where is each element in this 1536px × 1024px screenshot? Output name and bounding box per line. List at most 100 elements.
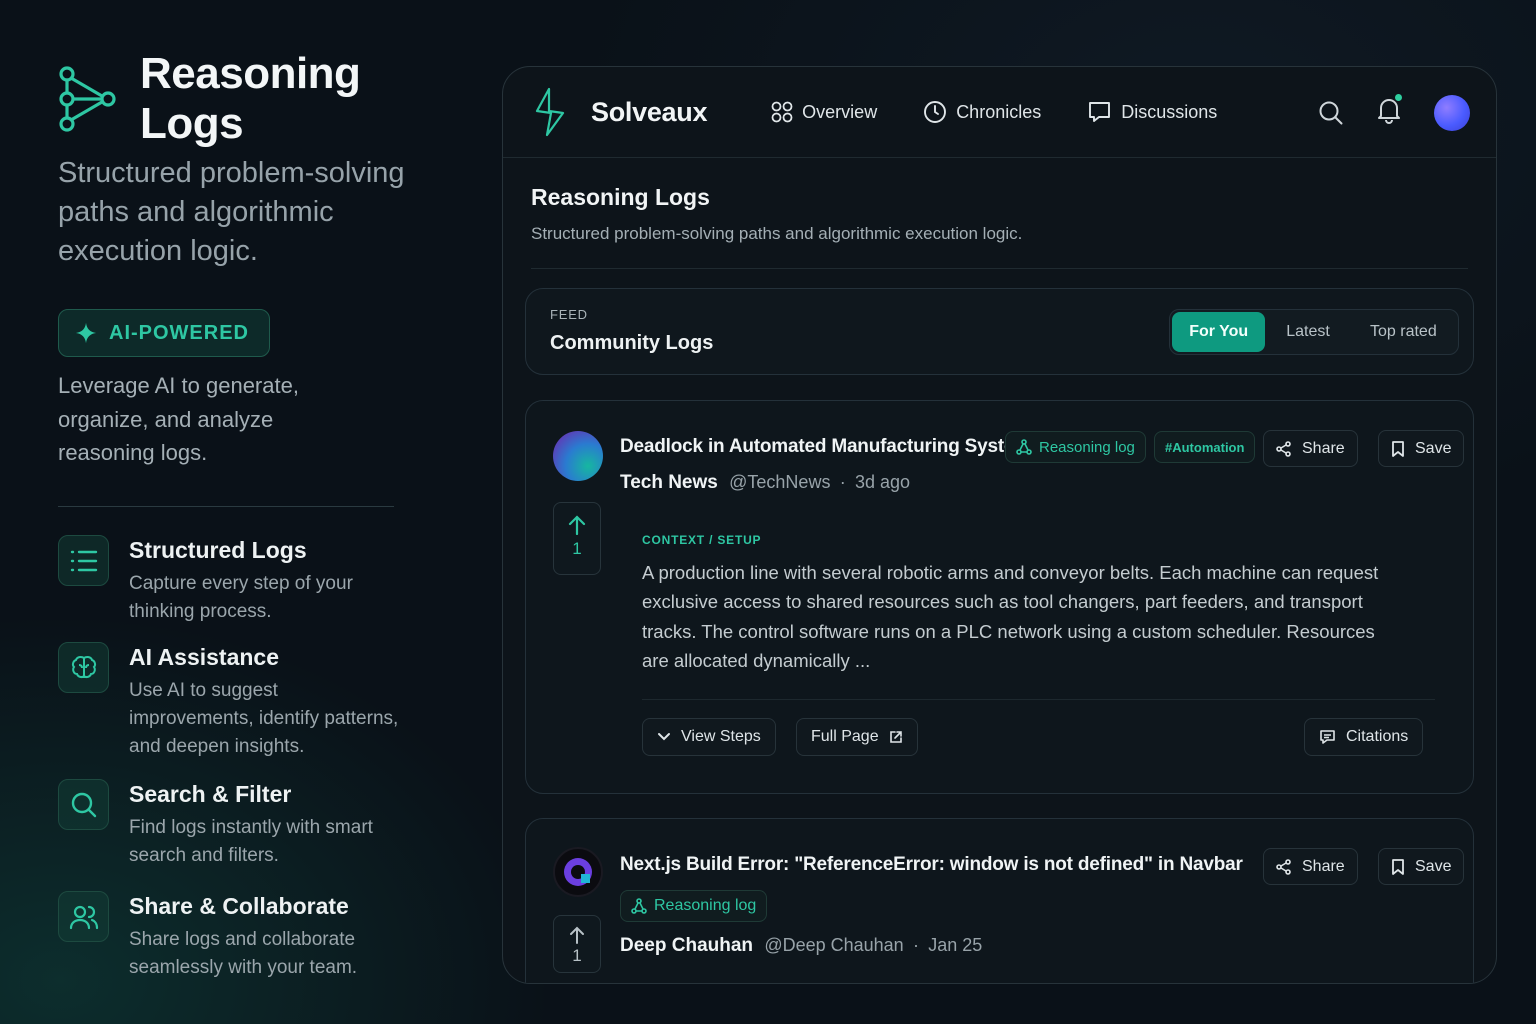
hero-tagline: Structured problem-solving paths and alg… [58,157,405,267]
graph-logo-icon [59,66,116,132]
divider [531,268,1468,269]
feature-desc: Capture every step of your thinking proc… [129,573,353,622]
tree-icon [631,898,647,914]
app-logo-icon [564,858,592,886]
tab-for-you[interactable]: For You [1172,312,1266,352]
save-label: Save [1415,857,1452,875]
user-avatar[interactable] [1434,94,1470,131]
author-avatar[interactable] [553,431,603,481]
chat-icon [1089,102,1111,122]
nav-links: Overview Chronicles Discussions [771,100,1263,124]
feature-title: Share & Collaborate [129,893,349,919]
meta-separator: · [912,935,919,955]
share-icon [1276,440,1291,457]
nav-label: Chronicles [956,101,1042,122]
notification-dot [1395,94,1402,101]
external-link-icon [889,731,902,743]
meta-separator: · [839,472,846,492]
clock-icon [924,101,947,123]
post-meta: Deep Chauhan @Deep Chauhan · Jan 25 [620,935,982,957]
ai-powered-badge: AI-POWERED [58,309,270,357]
feature-desc: Use AI to suggest improvements, identify… [129,680,399,757]
nav-chronicles[interactable]: Chronicles [923,100,1041,124]
nav-overview[interactable]: Overview [771,101,877,123]
view-steps-label: View Steps [681,728,761,745]
nav-label: Discussions [1121,101,1218,122]
context-label: CONTEXT / SETUP [642,533,762,547]
feature-ai-assistance: AI Assistance Use AI to suggest improvem… [58,642,399,761]
share-icon [1276,858,1291,875]
author-avatar[interactable] [553,847,603,897]
post-card: 1 Next.js Build Error: "ReferenceError: … [525,818,1474,983]
post-title[interactable]: Next.js Build Error: "ReferenceError: wi… [620,854,1243,876]
upvote-button[interactable]: 1 [553,502,601,575]
page-title: Reasoning Logs [531,184,710,210]
chevron-down-icon [658,733,670,741]
page-header: Reasoning Logs Structured problem-solvin… [503,158,1496,269]
tag-label: Reasoning log [1039,438,1135,456]
arrow-up-icon [570,926,584,944]
page-subtitle: Structured problem-solving paths and alg… [531,224,1023,243]
post-title[interactable]: Deadlock in Automated Manufacturing Syst… [620,436,1031,458]
feature-structured-logs: Structured Logs Capture every step of yo… [58,535,359,626]
share-button[interactable]: Share [1263,430,1358,467]
search-icon [58,779,109,830]
feed-title: Community Logs [550,332,714,354]
upvote-button[interactable]: 1 [553,915,601,973]
post-card: 1 Deadlock in Automated Manufacturing Sy… [525,400,1474,794]
feature-desc: Share logs and collaborate seamlessly wi… [129,929,358,978]
feed-tabs: For You Latest Top rated [1169,309,1459,355]
badge-label: AI-POWERED [109,321,249,344]
reasoning-log-tag[interactable]: Reasoning log [620,890,768,922]
app-name[interactable]: Solveaux [591,97,707,128]
post-meta: Tech News @TechNews · 3d ago [620,472,910,494]
full-page-button[interactable]: Full Page [796,718,918,756]
vote-count: 1 [572,946,582,965]
save-label: Save [1415,439,1452,457]
nav-label: Overview [802,101,878,122]
author-name[interactable]: Deep Chauhan [620,935,753,956]
grid-icon [771,101,793,123]
author-name[interactable]: Tech News [620,472,718,493]
hero-panel: Reasoning Logs Structured problem-solvin… [58,49,458,507]
feature-share-collaborate: Share & Collaborate Share logs and colla… [58,891,379,982]
citations-label: Citations [1346,728,1409,745]
nav-actions [1318,67,1470,158]
feed-header: FEED Community Logs For You Latest Top r… [525,288,1474,375]
nav-discussions[interactable]: Discussions [1087,100,1217,124]
reasoning-log-tag[interactable]: Reasoning log [1005,431,1146,463]
bookmark-icon [1392,858,1404,875]
share-button[interactable]: Share [1263,848,1358,885]
save-button[interactable]: Save [1378,848,1465,885]
feature-title: Search & Filter [129,781,292,807]
solveaux-logo-icon[interactable] [535,87,565,137]
feature-title: AI Assistance [129,644,279,670]
author-handle: @Deep Chauhan [764,935,904,955]
tree-icon [1016,439,1032,455]
post-body: A production line with several robotic a… [642,562,1379,671]
search-icon[interactable] [1318,100,1344,126]
author-handle: @TechNews [729,472,831,492]
hashtag-badge[interactable]: #Automation [1154,431,1256,463]
post-time: Jan 25 [928,935,983,955]
notifications-button[interactable] [1376,94,1402,129]
view-steps-button[interactable]: View Steps [642,718,776,756]
citations-button[interactable]: Citations [1304,718,1424,756]
feature-title: Structured Logs [129,537,307,563]
tab-latest[interactable]: Latest [1265,312,1350,352]
tag-label: Reasoning log [654,897,757,914]
divider [58,505,394,507]
brain-icon [58,642,109,693]
hero-description: Leverage AI to generate, organize, and a… [58,373,299,465]
app-window: Solveaux Overview Chronicles Discussions [502,66,1497,984]
vote-count: 1 [572,539,582,558]
top-navbar: Solveaux Overview Chronicles Discussions [503,67,1496,158]
comment-icon [1320,730,1335,744]
feature-desc: Find logs instantly with smart search an… [129,817,373,866]
divider [642,699,1435,700]
save-button[interactable]: Save [1378,430,1465,467]
list-icon [58,535,109,586]
tab-top-rated[interactable]: Top rated [1351,312,1456,352]
feature-search-filter: Search & Filter Find logs instantly with… [58,779,389,870]
full-page-label: Full Page [811,728,879,745]
